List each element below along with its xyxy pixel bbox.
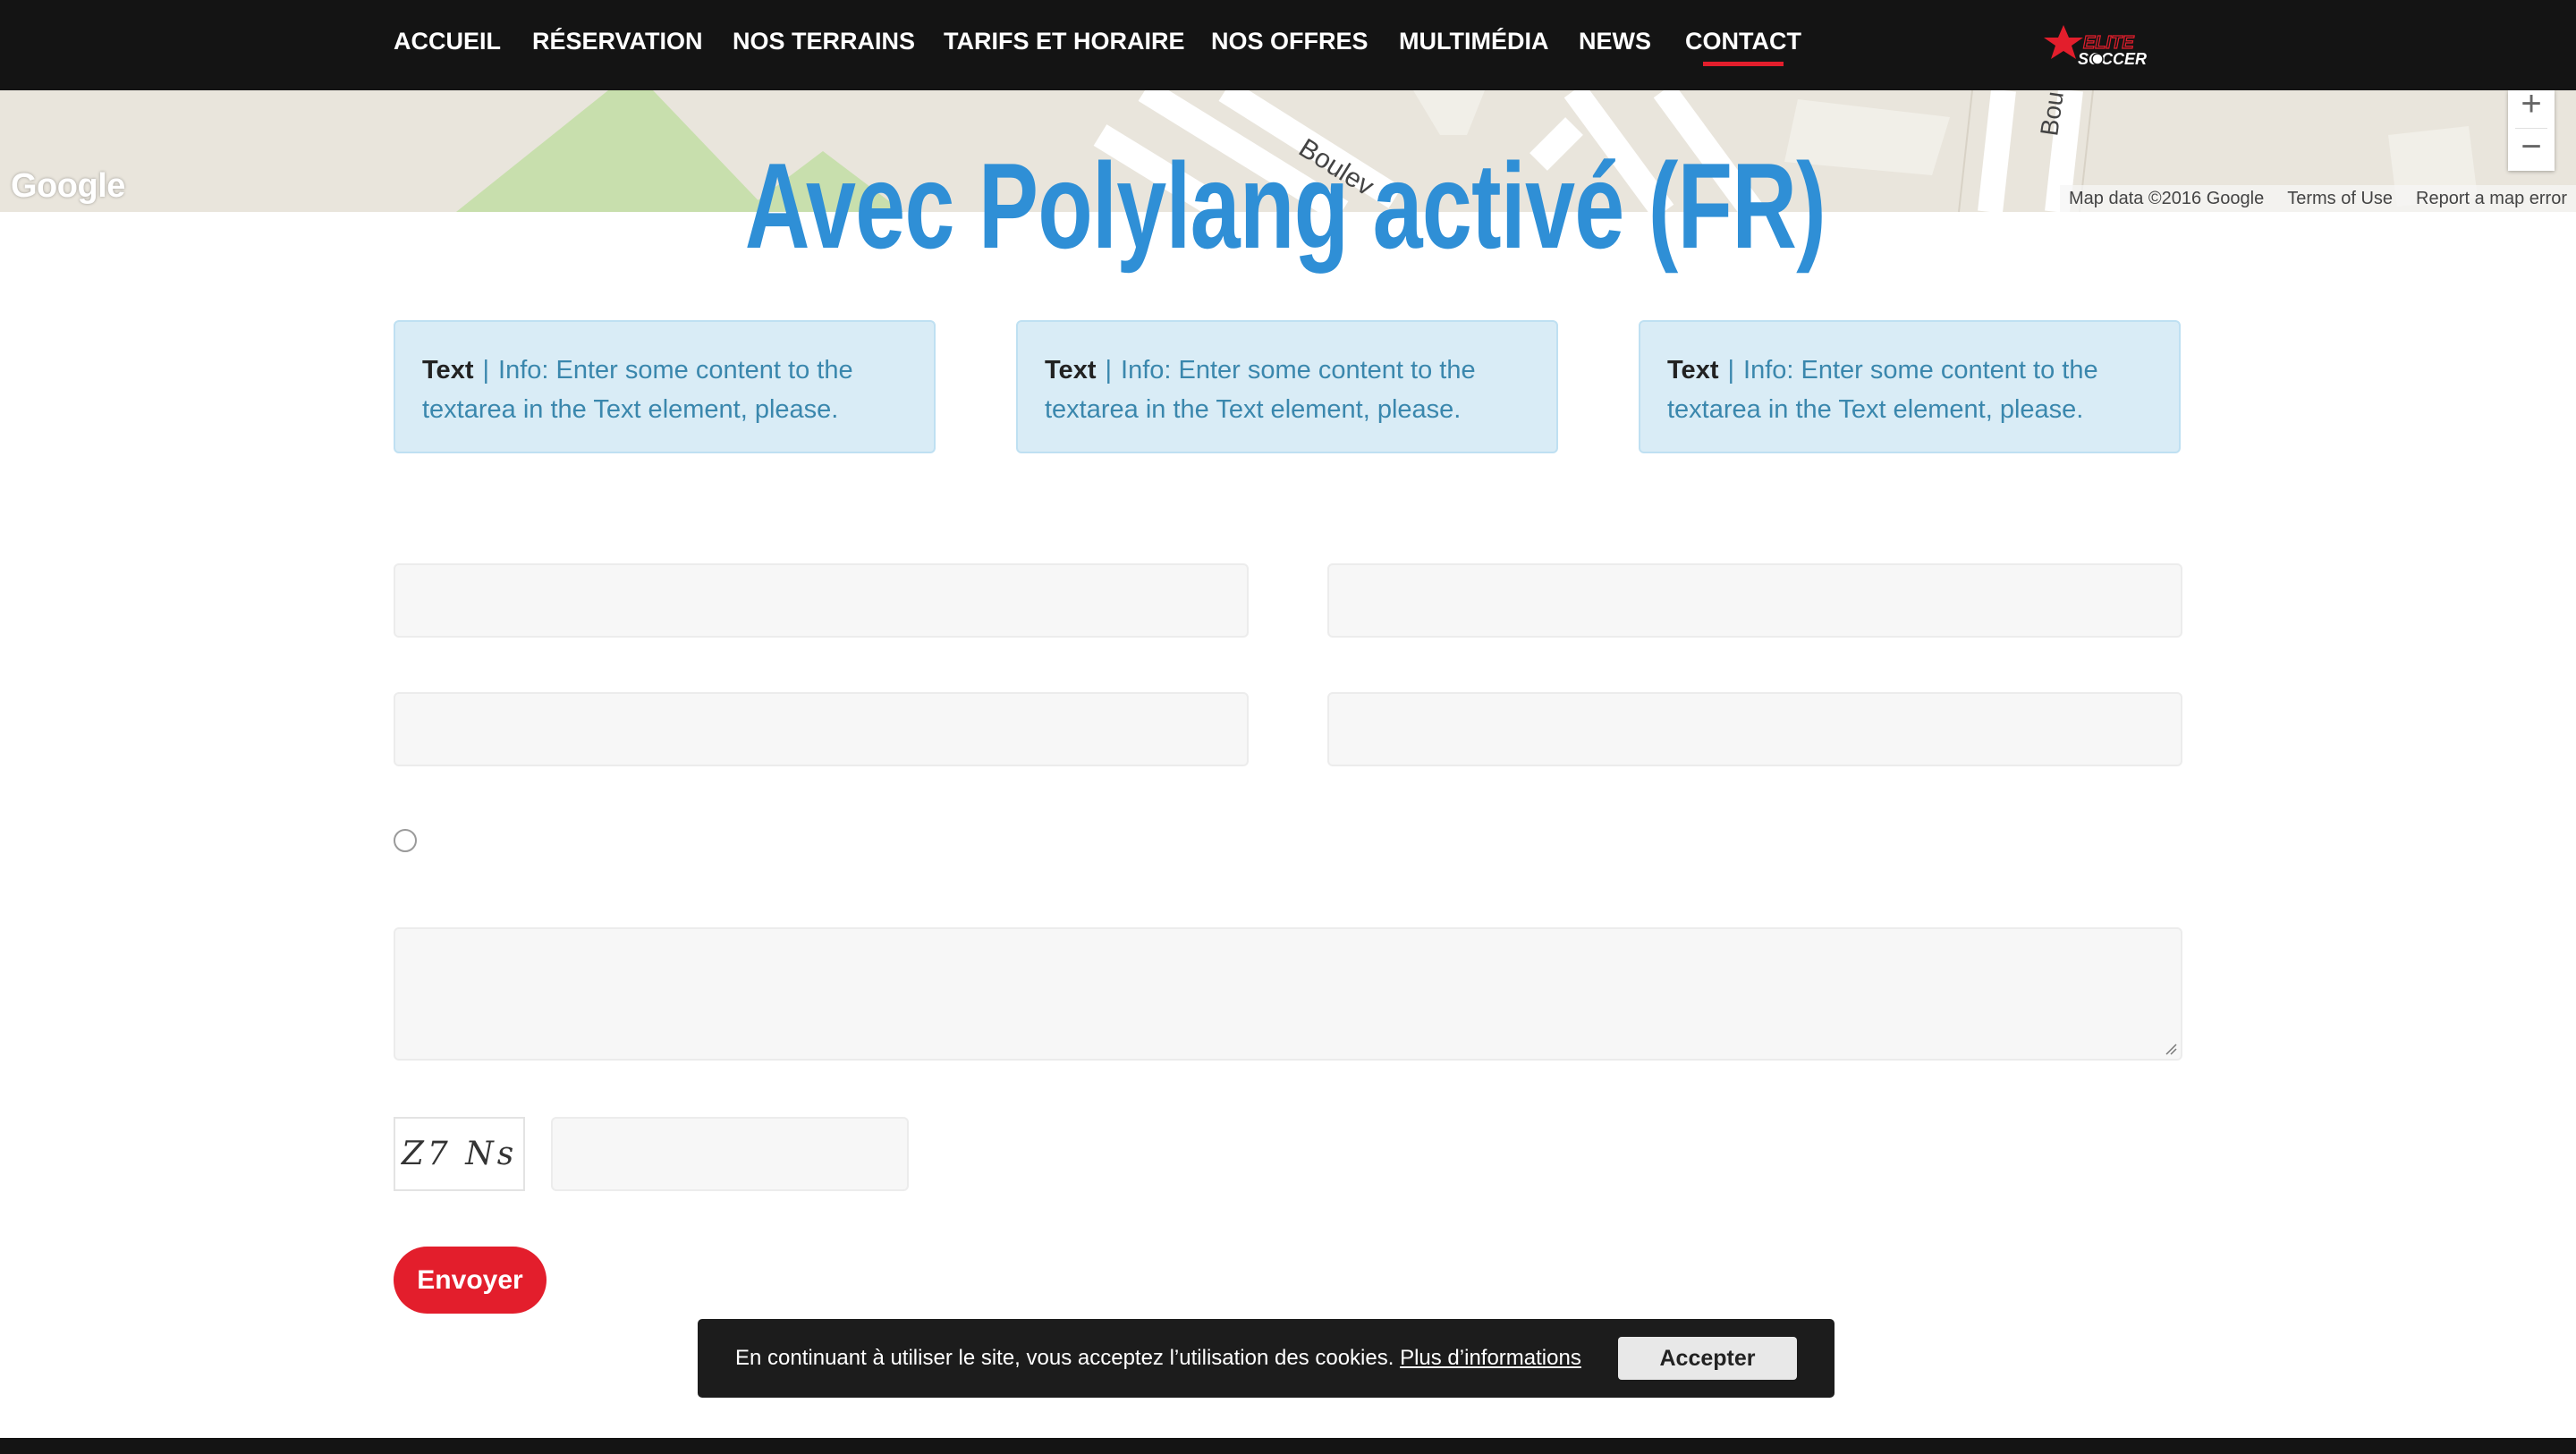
page-title: Avec Polylang activé (FR) [744,138,1826,274]
form-input-field-3[interactable] [394,692,1249,766]
nav-item-accueil[interactable]: ACCUEIL [394,28,501,55]
info-label: Text [1045,356,1097,385]
cookie-consent-bar: En continuant à utiliser le site, vous a… [698,1319,1835,1398]
form-radio-button[interactable] [394,829,417,852]
map-zoom-in-button[interactable]: + [2508,90,2555,123]
captcha-input-field[interactable] [551,1117,909,1191]
cookie-consent-text: En continuant à utiliser le site, vous a… [735,1346,1581,1371]
info-label: Text [422,356,474,385]
info-notice-box: Text | Info: Enter some content to the tex… [394,320,936,453]
form-message-textarea[interactable] [394,927,2182,1061]
form-input-field-2[interactable] [1327,563,2182,638]
info-label: Text [1667,356,1719,385]
nav-item-contact[interactable]: CONTACT [1685,28,1801,66]
info-notice-box: Text | Info: Enter some content to the tex… [1016,320,1558,453]
top-navigation-bar: ACCUEIL RÉSERVATION NOS TERRAINS TARIFS … [0,0,2576,90]
map-report-error-link[interactable]: Report a map error [2416,189,2567,209]
map-zoom-out-button[interactable]: − [2508,128,2555,165]
info-separator: | [1105,356,1113,385]
info-separator: | [482,356,490,385]
cookie-accept-button[interactable]: Accepter [1618,1337,1797,1380]
info-separator: | [1727,356,1735,385]
nav-item-contact-label: CONTACT [1685,28,1801,55]
nav-item-news[interactable]: NEWS [1579,28,1651,55]
map-zoom-control: + − [2508,90,2555,171]
map-terms-link[interactable]: Terms of Use [2287,189,2393,209]
form-input-field-1[interactable] [394,563,1249,638]
footer-strip [0,1438,2576,1454]
textarea-resize-grip-icon[interactable] [2165,1043,2177,1055]
nav-item-reservation[interactable]: RÉSERVATION [532,28,703,55]
nav-item-nos-offres[interactable]: NOS OFFRES [1211,28,1368,55]
captcha-image: Z7 Ns [394,1117,525,1191]
info-notice-box: Text | Info: Enter some content to the tex… [1639,320,2181,453]
cookie-message: En continuant à utiliser le site, vous a… [735,1346,1394,1370]
form-input-field-4[interactable] [1327,692,2182,766]
nav-item-tarifs-et-horaire[interactable]: TARIFS ET HORAIRE [944,28,1185,55]
send-button[interactable]: Envoyer [394,1247,547,1314]
google-logo[interactable]: Google [11,167,125,206]
nav-item-nos-terrains[interactable]: NOS TERRAINS [733,28,915,55]
active-nav-indicator [1703,62,1784,66]
elite-soccer-logo[interactable]: ELITE SOCCER [2044,21,2178,72]
nav-item-multimedia[interactable]: MULTIMÉDIA [1399,28,1548,55]
cookie-more-info-link[interactable]: Plus d’informations [1400,1346,1581,1370]
logo-soccer-text: SOCCER [2078,50,2147,68]
